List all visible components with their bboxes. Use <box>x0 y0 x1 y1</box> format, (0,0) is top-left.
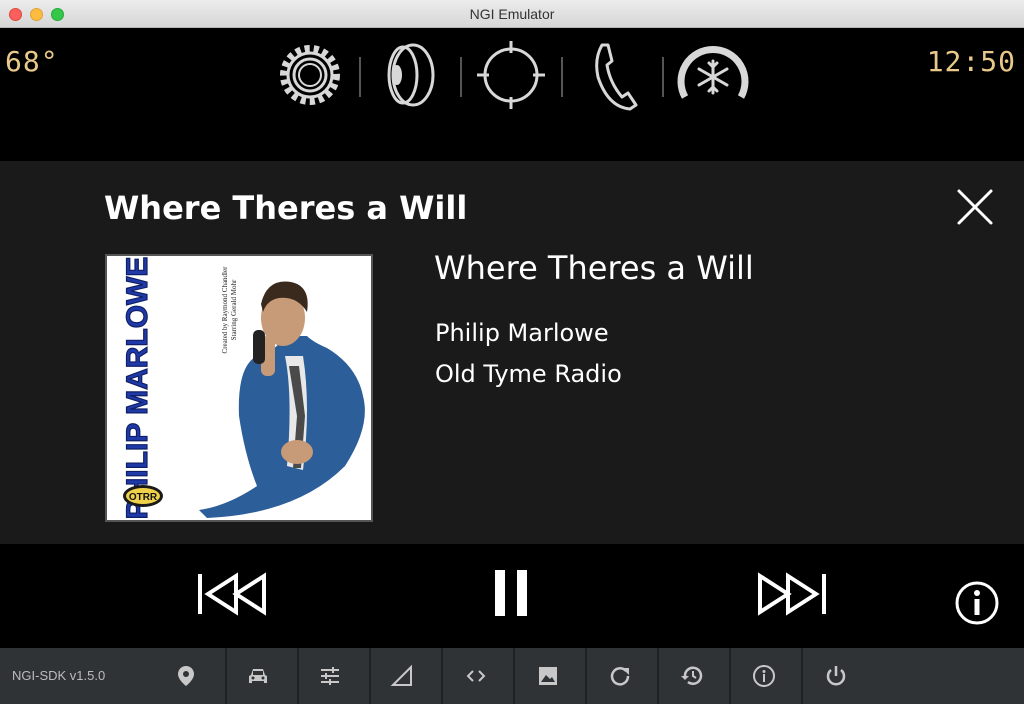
album-art-text: PHILIP MARLOWE <box>121 257 154 520</box>
next-track-icon[interactable] <box>756 572 828 616</box>
status-divider <box>662 57 664 97</box>
location-pin-icon <box>178 666 194 686</box>
signal-icon <box>390 664 412 686</box>
status-divider <box>561 57 563 97</box>
status-icon-strip <box>270 37 760 113</box>
now-playing-panel: Where Theres a Will PHILIP MARLOWE Creat… <box>0 161 1024 544</box>
window-titlebar: NGI Emulator <box>0 0 1024 28</box>
album-art-credit-2: Starring Gerald Mohr <box>230 279 238 340</box>
sdk-toolbar: NGI-SDK v1.5.0 <box>0 648 1024 704</box>
car-icon <box>249 669 267 683</box>
close-icon[interactable] <box>955 187 995 227</box>
album-art-credit-1: Created by Raymond Chandler <box>221 266 229 354</box>
track-title: Where Theres a Will <box>434 249 754 287</box>
sdk-settings-button[interactable] <box>294 648 366 704</box>
sdk-version: NGI-SDK v1.5.0 <box>12 668 106 683</box>
phone-icon[interactable] <box>574 37 650 113</box>
power-icon <box>826 666 846 686</box>
album-art-badge: OTRR <box>129 492 158 503</box>
album-art: PHILIP MARLOWE Created by Raymond Chandl… <box>105 254 373 522</box>
sdk-refresh-button[interactable] <box>584 648 656 704</box>
info-icon[interactable] <box>954 580 1000 626</box>
outside-temperature: 68° <box>5 45 59 78</box>
info-icon <box>753 665 775 687</box>
previous-track-icon[interactable] <box>196 572 268 616</box>
refresh-icon <box>610 667 630 686</box>
settings-gear-icon[interactable] <box>272 37 348 113</box>
sdk-image-button[interactable] <box>512 648 584 704</box>
window-title: NGI Emulator <box>469 6 555 22</box>
sdk-vehicle-button[interactable] <box>222 648 294 704</box>
sdk-code-button[interactable] <box>440 648 512 704</box>
transport-controls <box>0 544 1024 648</box>
sdk-power-button[interactable] <box>800 648 872 704</box>
track-album: Old Tyme Radio <box>435 360 622 388</box>
code-icon <box>466 670 486 682</box>
panel-title: Where Theres a Will <box>104 189 468 227</box>
climate-fan-icon[interactable] <box>675 37 751 113</box>
audio-speaker-icon[interactable] <box>373 37 449 113</box>
sdk-history-button[interactable] <box>656 648 728 704</box>
pause-icon[interactable] <box>493 568 531 618</box>
image-icon <box>539 667 557 685</box>
track-artist: Philip Marlowe <box>435 319 609 347</box>
sdk-signal-button[interactable] <box>366 648 438 704</box>
history-icon <box>681 666 703 685</box>
sdk-info-button[interactable] <box>728 648 800 704</box>
navigation-crosshair-icon[interactable] <box>473 37 549 113</box>
status-bar: 68° 12:50 <box>0 29 1024 161</box>
sliders-icon <box>321 667 339 685</box>
status-divider <box>359 57 361 97</box>
status-divider <box>460 57 462 97</box>
clock: 12:50 <box>926 45 1016 78</box>
sdk-location-button[interactable] <box>150 648 222 704</box>
